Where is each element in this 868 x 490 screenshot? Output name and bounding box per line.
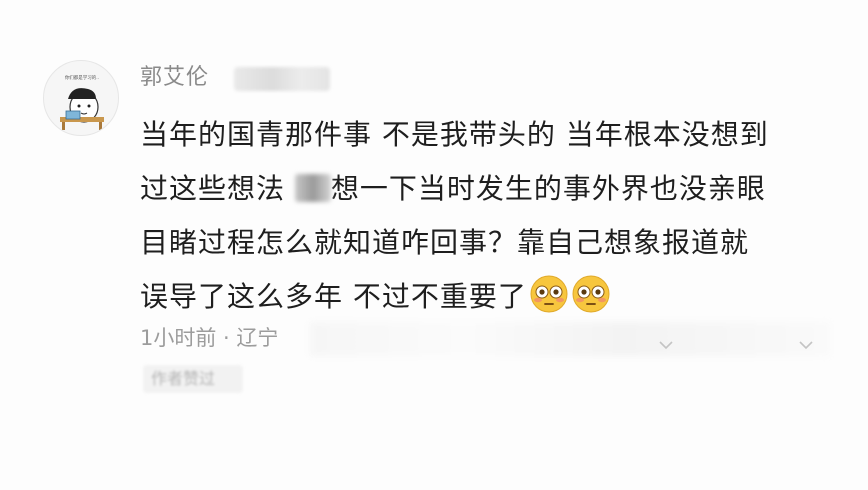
avatar-caption: 你们都是学习的..	[65, 74, 99, 81]
chevron-down-icon[interactable]	[798, 340, 814, 350]
comment-line-2: 过这些想法 想一下当时发生的事外界也没亲眼	[140, 162, 830, 216]
screenshot-page: 你们都是学习的.. 郭艾伦 当年的国青那件事 不是我带头的 当年根本没想到 过这…	[0, 0, 868, 490]
comment-line-2-part-2: 想一下当时发生的事外界也没亲眼	[330, 172, 766, 205]
flushed-face-icon	[530, 275, 568, 313]
comment-line-1: 当年的国青那件事 不是我带头的 当年根本没想到	[140, 118, 769, 151]
avatar[interactable]: 你们都是学习的..	[43, 60, 119, 136]
username[interactable]: 郭艾伦	[140, 63, 209, 93]
comment-line-4-text: 误导了这么多年 不过不重要了	[140, 280, 527, 313]
comment-line-4: 误导了这么多年 不过不重要了	[140, 270, 830, 324]
blurred-meta-overlay	[310, 322, 830, 356]
flushed-face-icon	[572, 275, 610, 313]
comment-meta: 1小时前 · 辽宁	[140, 326, 279, 350]
blurred-text-mark	[294, 174, 331, 202]
comment-text: 当年的国青那件事 不是我带头的 当年根本没想到 过这些想法 想一下当时发生的事外…	[140, 108, 830, 324]
comment-line-3: 目睹过程怎么就知道咋回事？靠自己想象报道就	[140, 226, 750, 259]
author-liked-badge: 作者赞过	[143, 365, 243, 393]
blurred-user-badge	[234, 67, 330, 91]
avatar-cartoon-icon: 你们都是学习的..	[60, 74, 104, 130]
comment-card: 你们都是学习的.. 郭艾伦 当年的国青那件事 不是我带头的 当年根本没想到 过这…	[0, 0, 868, 490]
chevron-down-icon[interactable]	[658, 340, 674, 350]
comment-line-2-part-1: 过这些想法	[140, 172, 295, 205]
